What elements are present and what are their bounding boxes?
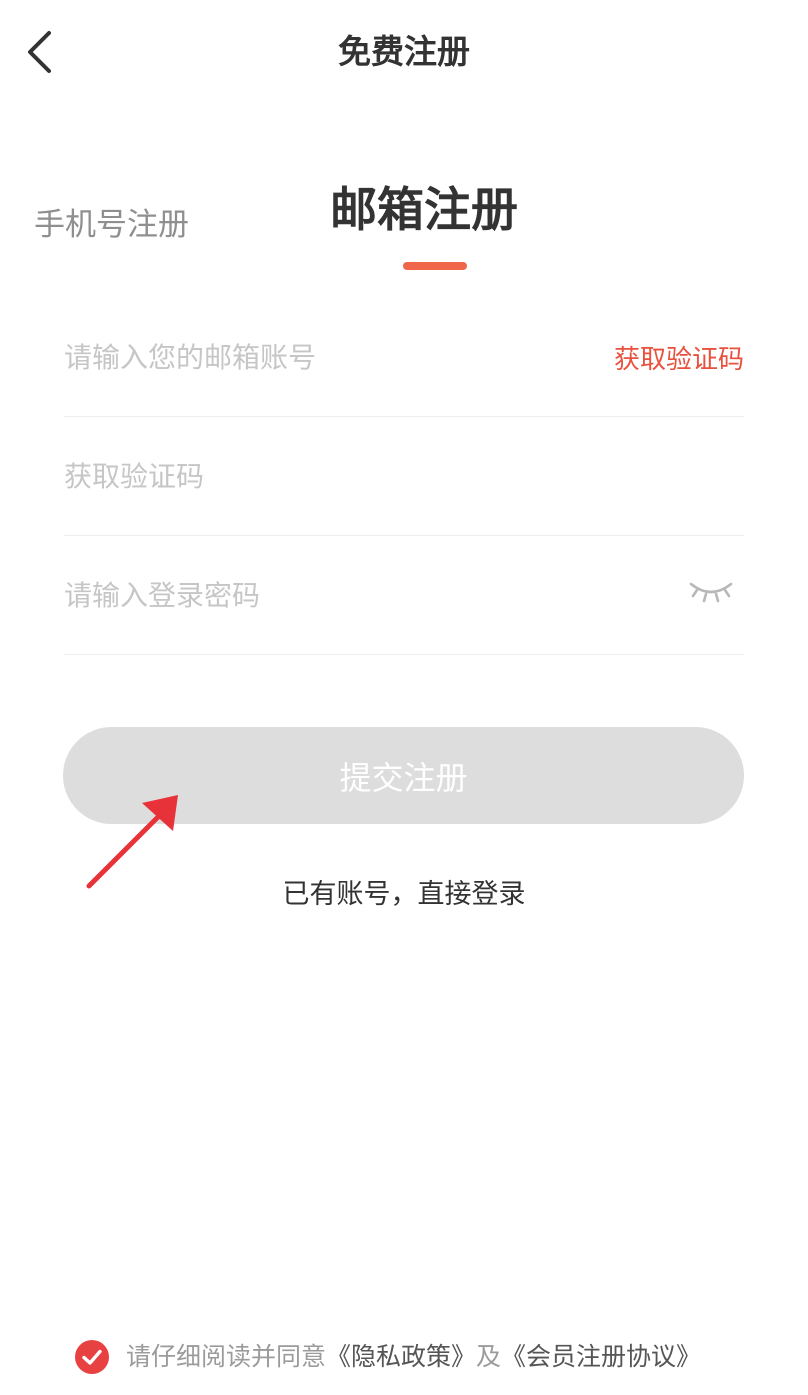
password-visibility-toggle[interactable] [688, 576, 734, 606]
email-input[interactable] [64, 298, 584, 416]
login-link[interactable]: 已有账号，直接登录 [0, 872, 808, 918]
agreement-checkbox[interactable] [74, 1339, 110, 1375]
privacy-policy-link[interactable]: 《隐私政策》 [326, 1342, 476, 1371]
password-input[interactable] [64, 536, 654, 654]
code-row [64, 417, 744, 536]
eye-closed-icon [689, 582, 733, 603]
tab-phone-register[interactable]: 手机号注册 [34, 200, 189, 250]
get-code-button[interactable]: 获取验证码 [614, 298, 744, 416]
check-circle-icon [75, 1340, 109, 1374]
agreement-connector: 及 [476, 1342, 502, 1371]
agreement-prefix: 请仔细阅读并同意 [126, 1342, 327, 1371]
member-agreement-link[interactable]: 《会员注册协议》 [501, 1342, 701, 1371]
page-title: 免费注册 [338, 32, 470, 71]
password-row [64, 536, 744, 655]
email-row: 获取验证码 [64, 298, 744, 417]
active-tab-indicator [403, 262, 467, 270]
verification-code-input[interactable] [64, 417, 664, 535]
tab-email-register[interactable]: 邮箱注册 [330, 176, 518, 246]
agreement-text: 请仔细阅读并同意《隐私政策》及《会员注册协议》 [126, 1334, 701, 1380]
